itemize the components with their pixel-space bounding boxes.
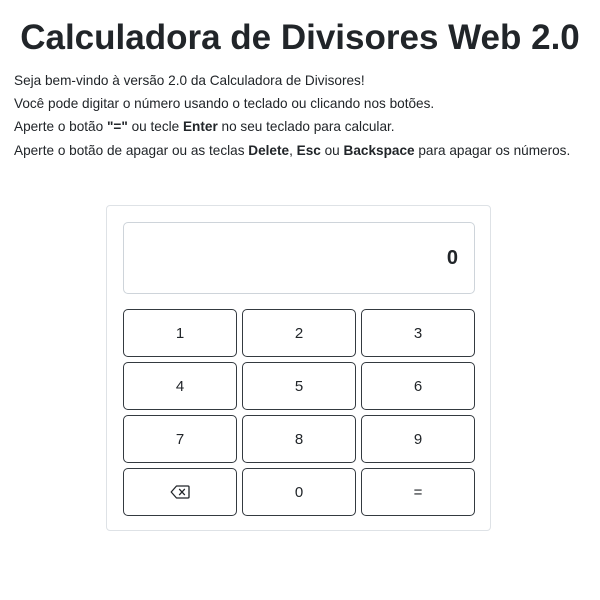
enter-key-mention: Enter xyxy=(182,119,218,135)
equals-key-mention: "=" xyxy=(106,119,128,135)
instruction-text: no seu teclado para calcular. xyxy=(217,119,395,135)
instructions: Seja bem-vindo à versão 2.0 da Calculado… xyxy=(14,69,586,162)
calculator: 0 1 2 3 4 5 6 7 8 9 0 = xyxy=(106,205,491,531)
key-9-button[interactable]: 9 xyxy=(361,415,475,463)
delete-key-mention: Delete xyxy=(248,142,290,158)
page-title: Calculadora de Divisores Web 2.0 xyxy=(20,18,580,57)
key-0-button[interactable]: 0 xyxy=(242,468,356,516)
backspace-button[interactable] xyxy=(123,468,237,516)
key-4-button[interactable]: 4 xyxy=(123,362,237,410)
instruction-text: ou xyxy=(320,142,344,158)
instruction-text: ou tecle xyxy=(127,119,183,135)
instruction-text: , xyxy=(289,142,297,158)
backspace-icon xyxy=(170,485,190,499)
key-5-button[interactable]: 5 xyxy=(242,362,356,410)
key-3-button[interactable]: 3 xyxy=(361,309,475,357)
instruction-text: para apagar os números. xyxy=(414,142,571,158)
instruction-line-1: Seja bem-vindo à versão 2.0 da Calculado… xyxy=(14,73,365,88)
instruction-line-4: Aperte o botão de apagar ou as teclas De… xyxy=(14,139,586,162)
key-7-button[interactable]: 7 xyxy=(123,415,237,463)
instruction-text: Aperte o botão de apagar ou as teclas xyxy=(14,142,249,158)
instruction-text: Aperte o botão xyxy=(14,119,107,135)
keypad: 1 2 3 4 5 6 7 8 9 0 = xyxy=(123,309,475,516)
key-8-button[interactable]: 8 xyxy=(242,415,356,463)
instruction-line-2: Você pode digitar o número usando o tecl… xyxy=(14,96,435,112)
esc-key-mention: Esc xyxy=(296,142,321,158)
instruction-line-3: Aperte o botão "=" ou tecle Enter no seu… xyxy=(14,115,586,138)
key-1-button[interactable]: 1 xyxy=(123,309,237,357)
key-6-button[interactable]: 6 xyxy=(361,362,475,410)
calculator-display: 0 xyxy=(123,222,475,294)
backspace-key-mention: Backspace xyxy=(343,142,415,158)
key-2-button[interactable]: 2 xyxy=(242,309,356,357)
page: Calculadora de Divisores Web 2.0 Seja be… xyxy=(0,0,600,600)
equals-button[interactable]: = xyxy=(361,468,475,516)
